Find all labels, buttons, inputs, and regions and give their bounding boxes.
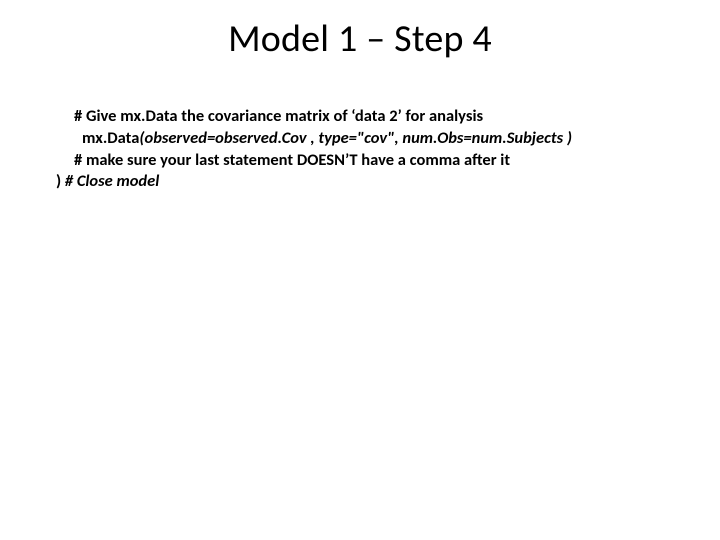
code-line-2: mx.Data(observed=observed.Cov , type="co…: [44, 128, 676, 150]
code-line-4-comment: # Close model: [65, 171, 159, 191]
code-block: # Give mx.Data the covariance matrix of …: [44, 106, 676, 193]
code-line-4-close: ): [56, 171, 65, 191]
code-line-2-func: mx.Data: [82, 128, 139, 148]
code-line-1: # Give mx.Data the covariance matrix of …: [44, 106, 676, 128]
code-line-2-args: (observed=observed.Cov , type="cov", num…: [139, 128, 572, 148]
code-line-4: ) # Close model: [44, 171, 676, 193]
slide: Model 1 – Step 4 # Give mx.Data the cova…: [0, 0, 720, 540]
code-line-3: # make sure your last statement DOESN’T …: [44, 150, 676, 172]
slide-title: Model 1 – Step 4: [0, 16, 720, 62]
